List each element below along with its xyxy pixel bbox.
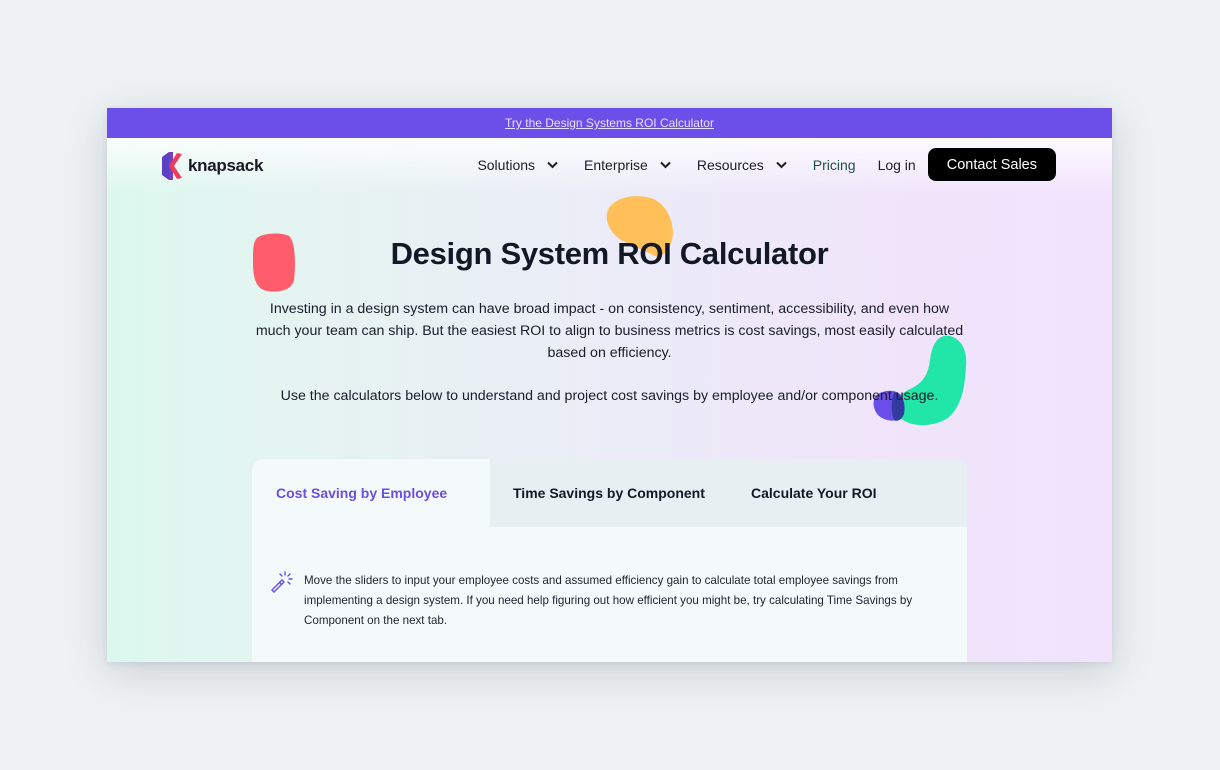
chevron-down-icon	[776, 161, 787, 168]
nav-enterprise-label: Enterprise	[584, 156, 648, 173]
nav-pricing[interactable]: Pricing	[813, 157, 856, 173]
contact-sales-button[interactable]: Contact Sales	[927, 148, 1056, 181]
browser-page: Try the Design Systems ROI Calculator kn…	[107, 108, 1112, 662]
tab-label: Cost Saving by Employee	[276, 485, 448, 501]
tab-time-savings-by-component[interactable]: Time Savings by Component	[490, 459, 728, 527]
brand-name: knapsack	[188, 156, 264, 175]
tab-cost-saving-by-employee[interactable]: Cost Saving by Employee	[252, 459, 490, 527]
magic-wand-icon	[271, 571, 293, 593]
navbar: knapsack Solutions Enterprise Resources …	[107, 138, 1112, 194]
tab-label: Time Savings by Component	[513, 485, 705, 501]
announcement-bar: Try the Design Systems ROI Calculator	[107, 108, 1112, 138]
instructions-text: Move the sliders to input your employee …	[304, 574, 913, 627]
tab-calculate-your-roi[interactable]: Calculate Your ROI	[728, 459, 877, 527]
nav-solutions[interactable]: Solutions	[477, 157, 558, 173]
nav-links: Solutions Enterprise Resources Pricing L…	[477, 148, 1056, 181]
nav-enterprise[interactable]: Enterprise	[584, 157, 671, 173]
nav-login-label: Log in	[877, 156, 916, 173]
calculator-instructions: Move the sliders to input your employee …	[268, 571, 944, 631]
calculator-tabs: Cost Saving by Employee Time Savings by …	[252, 459, 967, 527]
logo[interactable]: knapsack	[162, 151, 263, 181]
knapsack-logo-icon	[162, 152, 182, 180]
hero-description: Investing in a design system can have br…	[255, 301, 964, 361]
chevron-down-icon	[547, 161, 558, 168]
page-title: Design System ROI Calculator	[390, 236, 829, 271]
chevron-down-icon	[660, 161, 671, 168]
tab-label: Calculate Your ROI	[751, 485, 877, 501]
hero-description-secondary: Use the calculators below to understand …	[280, 388, 939, 404]
announcement-link[interactable]: Try the Design Systems ROI Calculator	[505, 116, 714, 130]
roi-calculator-panel: Cost Saving by Employee Time Savings by …	[252, 459, 967, 662]
nav-solutions-label: Solutions	[477, 156, 536, 173]
nav-login[interactable]: Log in	[878, 157, 916, 173]
nav-resources-label: Resources	[696, 156, 764, 173]
nav-resources[interactable]: Resources	[697, 157, 787, 173]
nav-pricing-label: Pricing	[812, 156, 856, 173]
